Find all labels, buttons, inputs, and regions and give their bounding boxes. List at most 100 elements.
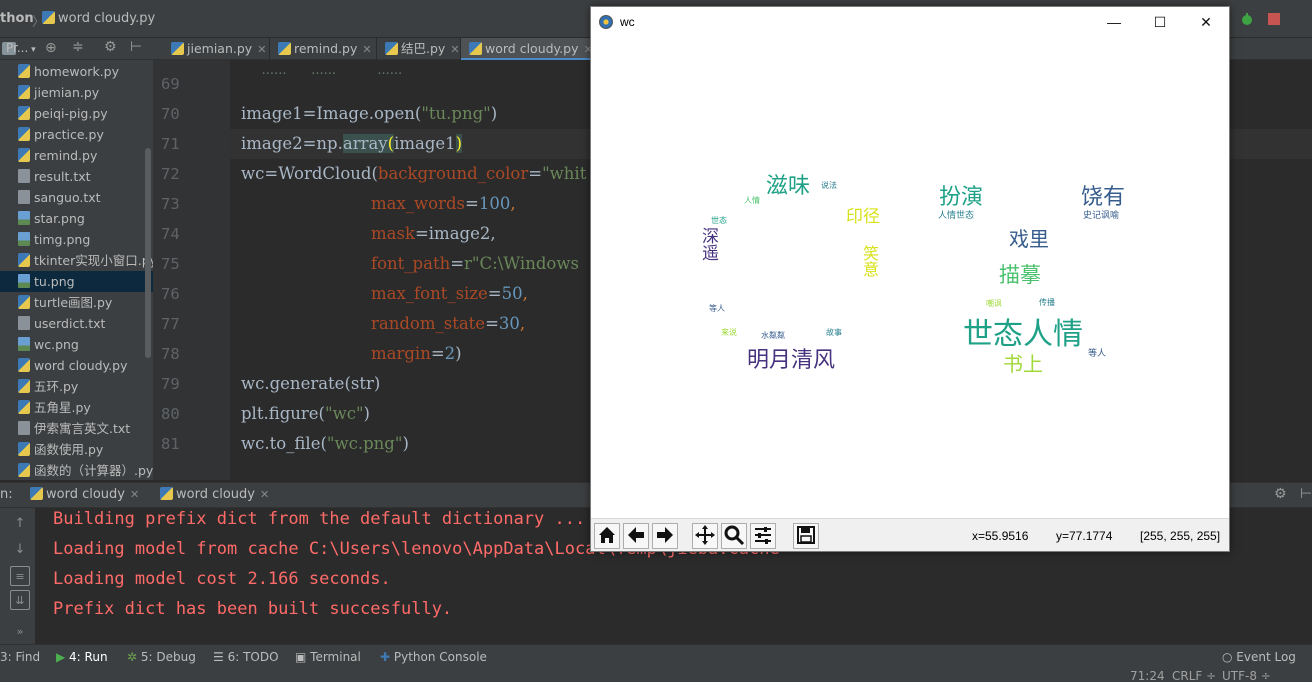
close-icon[interactable]: ✕ [130,488,139,501]
tool-tab-terminal[interactable]: ▣ Terminal [295,650,361,664]
bug-icon[interactable] [1240,12,1254,26]
file-encoding[interactable]: UTF-8 ÷ [1222,669,1271,682]
project-file-item[interactable]: wc.png [0,334,153,355]
close-icon[interactable]: ✕ [450,43,459,56]
project-file-item[interactable]: homework.py [0,61,153,82]
word-cloud-word: 说法 [821,181,837,190]
console-line: Loading model cost 2.166 seconds. [53,569,391,589]
tool-tab-todo[interactable]: ☰ 6: TODO [213,650,279,664]
line-separator[interactable]: CRLF ÷ [1172,669,1216,682]
python-file-icon [171,42,184,55]
close-icon[interactable]: ✕ [260,488,269,501]
python-file-icon [385,42,398,55]
project-file-item[interactable]: timg.png [0,229,153,250]
project-scrollbar[interactable] [145,148,151,358]
configure-icon[interactable] [750,523,776,549]
maximize-icon[interactable]: ☐ [1137,7,1183,37]
settings-gear-icon[interactable]: ⚙ [1274,486,1287,502]
run-tab-label: word cloudy [176,487,255,502]
project-file-item[interactable]: peiqi-pig.py [0,103,153,124]
word-cloud-word: 人情 [744,196,760,205]
project-file-item[interactable]: 伊索寓言英文.txt [0,418,153,439]
window-title: wc [620,15,635,29]
project-file-item[interactable]: practice.py [0,124,153,145]
tool-tab-find[interactable]: 3: Find [0,650,40,664]
python-file-icon [18,106,30,120]
save-icon[interactable] [793,523,819,549]
collapse-all-icon[interactable]: ≑ [72,39,84,55]
tab-label: remind.py [294,41,358,56]
breadcrumb-file[interactable]: word cloudy.py [42,11,155,26]
soft-wrap-icon[interactable]: ≡ [10,566,30,586]
project-file-item[interactable]: jiemian.py [0,82,153,103]
window-title-bar[interactable]: wc — ☐ ✕ [591,7,1229,37]
code-line-76: max_font_size=50, [371,284,528,303]
run-tab-1[interactable]: word cloudy ✕ [30,487,139,502]
image-file-icon [18,337,30,351]
scope-icon[interactable]: ⊕ [45,40,57,56]
project-file-item[interactable]: userdict.txt [0,313,153,334]
project-panel-title-label: Pr... [6,41,29,55]
tool-tab-todo-label: 6: TODO [227,650,279,664]
project-file-item[interactable]: tkinter实现小窗口.py [0,250,153,271]
down-arrow-icon[interactable]: ↓ [10,540,30,560]
zoom-icon[interactable] [721,523,747,549]
minimize-icon[interactable]: — [1091,7,1137,37]
project-file-item[interactable]: tu.png [0,271,153,292]
hide-panel-icon[interactable]: ⊢ [1300,486,1312,502]
code-line-77: random_state=30, [371,314,526,333]
project-panel-title[interactable]: Pr... ▾ [6,41,36,55]
pan-icon[interactable] [692,523,718,549]
tab-label: word cloudy.py [485,41,579,56]
project-file-item[interactable]: 五角星.py [0,397,153,418]
project-file-item[interactable]: 五环.py [0,376,153,397]
word-cloud-word: 世态 [711,216,727,225]
project-file-label: practice.py [34,127,104,142]
project-file-item[interactable]: word cloudy.py [0,355,153,376]
breadcrumb-file-label: word cloudy.py [58,11,156,26]
tool-tab-debug[interactable]: ✲ 5: Debug [127,650,196,664]
project-file-item[interactable]: 函数使用.py [0,439,153,460]
up-arrow-icon[interactable]: ↑ [10,514,30,534]
close-icon[interactable]: ✕ [1183,7,1229,37]
stop-icon[interactable] [1267,12,1281,26]
code-line-70: image1=Image.open("tu.png") [241,104,498,123]
project-file-item[interactable]: 函数的（计算器）.py [0,460,153,481]
project-file-item[interactable]: remind.py [0,145,153,166]
project-file-label: sanguo.txt [34,190,101,205]
run-tab-2[interactable]: word cloudy ✕ [160,487,269,502]
project-file-item[interactable]: star.png [0,208,153,229]
word-cloud-word: 戏里 [1009,227,1049,251]
scroll-to-end-icon[interactable]: ⇊ [10,590,30,610]
back-icon[interactable] [623,523,649,549]
project-file-label: timg.png [34,232,91,247]
tool-tab-event-log[interactable]: ○ Event Log [1222,650,1296,664]
more-icon[interactable]: » [10,622,30,642]
home-icon[interactable] [594,523,620,549]
figure-canvas[interactable]: 滋味 印径 深遥 笑意 明月清风 水粼粼 故事 来说 等人 人情 说法 世态 扮… [591,37,1229,518]
settings-gear-icon[interactable]: ⚙ [104,39,117,55]
tool-tab-python-console[interactable]: ✚ Python Console [380,650,487,664]
matplotlib-figure-window: wc — ☐ ✕ 滋味 印径 深遥 笑意 明月清风 水粼粼 故事 来说 等人 人… [590,6,1230,552]
project-file-item[interactable]: turtle画图.py [0,292,153,313]
word-cloud-word: 深遥 [698,227,718,261]
close-icon[interactable]: ✕ [362,43,371,56]
tool-tab-run[interactable]: ▶ 4: Run [56,650,108,664]
line-number: 69 [161,75,180,93]
breadcrumb-project[interactable]: thon [0,11,34,26]
tab-word-cloudy[interactable]: word cloudy.py ✕ [461,38,593,60]
hide-panel-icon[interactable]: ⊢ [130,39,142,55]
project-file-item[interactable]: sanguo.txt [0,187,153,208]
word-cloud-word: 印径 [846,207,880,227]
cursor-x-readout: x=55.9516 [972,529,1029,543]
python-file-icon [18,148,30,162]
line-number: 78 [161,345,180,363]
cursor-position[interactable]: 71:24 [1130,669,1165,682]
close-icon[interactable]: ✕ [257,43,266,56]
project-file-item[interactable]: result.txt [0,166,153,187]
forward-icon[interactable] [652,523,678,549]
tab-label: jiemian.py [187,41,253,56]
matplotlib-logo-icon [599,15,613,29]
project-file-label: wc.png [34,337,79,352]
python-file-icon [18,64,30,78]
